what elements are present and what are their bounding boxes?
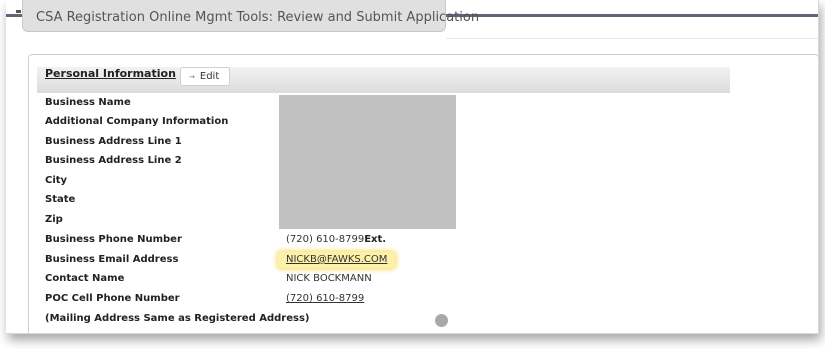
field-address-line2: Business Address Line 2: [45, 155, 805, 173]
contact-name-value: NICK BOCKMANN: [286, 273, 372, 284]
phone-link[interactable]: (720) 610-8799: [286, 293, 364, 304]
field-business-name: Business Name: [45, 97, 805, 115]
page-title: CSA Registration Online Mgmt Tools: Revi…: [36, 10, 480, 25]
mailing-same-radio[interactable]: [435, 314, 448, 327]
field-label: Business Email Address: [45, 254, 179, 265]
edit-button[interactable]: → Edit: [180, 67, 230, 86]
field-zip: Zip: [45, 214, 805, 232]
edit-button-label: Edit: [199, 71, 220, 82]
review-panel: Personal Information → Edit Business Name…: [28, 54, 818, 333]
field-value: NICKB@FAWKS.COM: [278, 252, 396, 268]
field-label: Business Phone Number: [45, 234, 182, 245]
screenshot-frame: CSA Registration Online Mgmt Tools: Revi…: [6, 0, 819, 334]
field-label: Business Name: [45, 97, 131, 108]
field-poc-cell: POC Cell Phone Number (720) 610-8799: [45, 293, 805, 311]
field-address-line1: Business Address Line 1: [45, 136, 805, 154]
section-header: Personal Information → Edit: [37, 67, 730, 93]
field-business-email: Business Email Address NICKB@FAWKS.COM: [45, 252, 805, 272]
field-mailing-same: (Mailing Address Same as Registered Addr…: [45, 313, 805, 331]
divider: [446, 38, 818, 39]
field-contact-name: Contact Name NICK BOCKMANN: [45, 273, 805, 291]
field-label: State: [45, 194, 76, 205]
field-value: (720) 610-8799Ext.: [286, 234, 386, 245]
field-business-phone: Business Phone Number (720) 610-8799Ext.: [45, 234, 805, 252]
ext-label: Ext.: [364, 234, 387, 245]
field-label: Additional Company Information: [45, 116, 229, 127]
field-label: Business Address Line 2: [45, 155, 182, 166]
field-label: Zip: [45, 214, 63, 225]
field-label: POC Cell Phone Number: [45, 293, 180, 304]
section-title: Personal Information: [45, 67, 176, 80]
field-label: (Mailing Address Same as Registered Addr…: [45, 313, 310, 324]
rule-accent: [16, 10, 21, 13]
field-additional-info: Additional Company Information: [45, 116, 805, 134]
page-title-tab: CSA Registration Online Mgmt Tools: Revi…: [22, 0, 479, 32]
arrow-right-icon: →: [189, 73, 195, 81]
field-value: (720) 610-8799: [286, 293, 364, 304]
field-label: Business Address Line 1: [45, 136, 182, 147]
field-state: State: [45, 194, 805, 212]
field-label: City: [45, 175, 68, 186]
field-city: City: [45, 175, 805, 193]
email-link[interactable]: NICKB@FAWKS.COM: [278, 252, 396, 268]
field-label: Contact Name: [45, 273, 125, 284]
business-phone-value: (720) 610-8799: [286, 234, 365, 245]
